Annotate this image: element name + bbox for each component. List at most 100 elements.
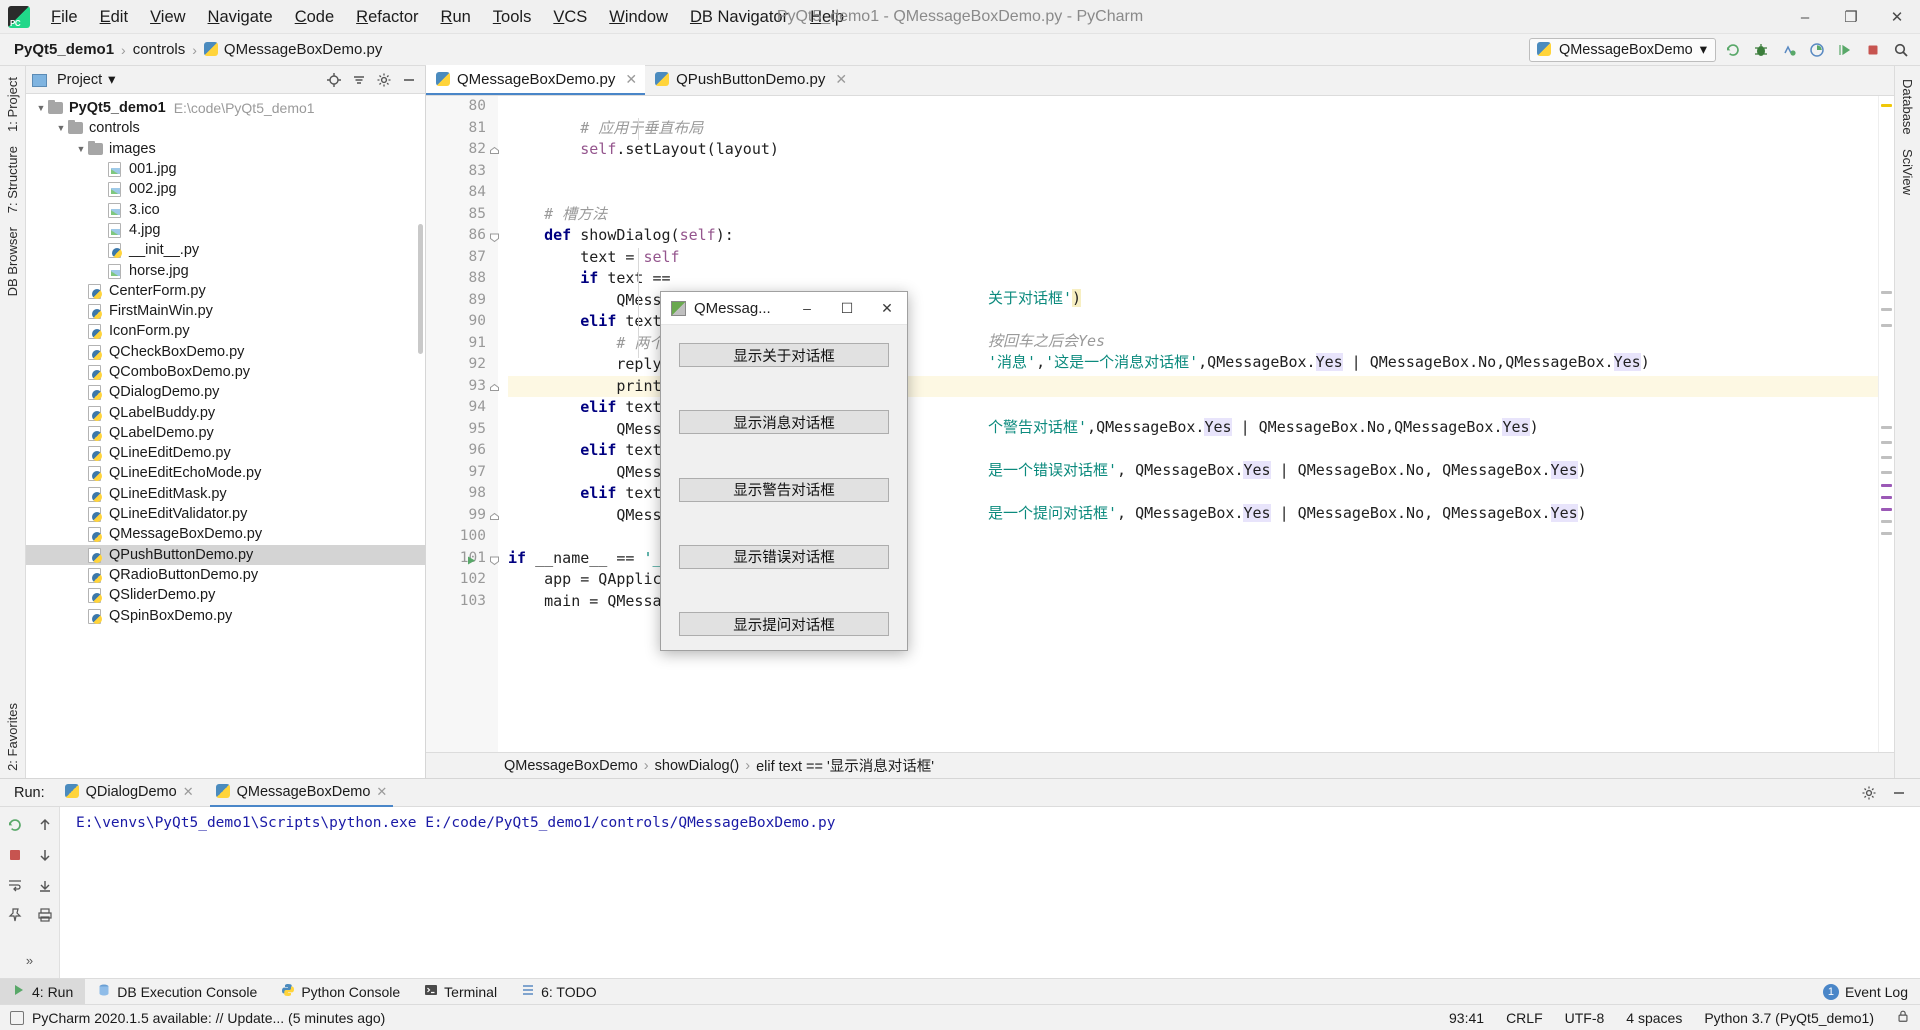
tree-item-qlineeditdemo-py[interactable]: QLineEditDemo.py bbox=[26, 443, 425, 463]
caret-position[interactable]: 93:41 bbox=[1449, 1010, 1484, 1026]
menu-db-navigator[interactable]: DB Navigator bbox=[679, 3, 799, 31]
close-icon[interactable]: ✕ bbox=[835, 71, 847, 88]
tool-tab-database[interactable]: Database bbox=[1896, 72, 1919, 142]
tool-button-python-console[interactable]: Python Console bbox=[269, 979, 412, 1005]
dialog-button-2[interactable]: 显示警告对话框 bbox=[679, 477, 889, 502]
tree-item-qlineeditechomode-py[interactable]: QLineEditEchoMode.py bbox=[26, 463, 425, 483]
tree-item-qradiobuttondemo-py[interactable]: QRadioButtonDemo.py bbox=[26, 565, 425, 585]
marker-tick[interactable] bbox=[1881, 291, 1892, 294]
hide-icon[interactable] bbox=[1888, 782, 1910, 804]
tree-item-qlineeditvalidator-py[interactable]: QLineEditValidator.py bbox=[26, 504, 425, 524]
tree-item-qcheckboxdemo-py[interactable]: QCheckBoxDemo.py bbox=[26, 342, 425, 362]
soft-wrap-icon[interactable] bbox=[2, 873, 28, 897]
tree-item-firstmainwin-py[interactable]: FirstMainWin.py bbox=[26, 301, 425, 321]
editor-gutter[interactable]: 80 81 82 83 84 85 86 87 88 89 90 91 92 93 94 95 96 97 98 99… bbox=[426, 96, 499, 752]
tool-tab-sciview[interactable]: SciView bbox=[1896, 142, 1919, 202]
tree-item-horse-jpg[interactable]: horse.jpg bbox=[26, 260, 425, 280]
collapse-all-icon[interactable] bbox=[348, 69, 370, 91]
search-everywhere-icon[interactable] bbox=[1890, 39, 1912, 61]
tool-tab-favorites[interactable]: 2: Favorites bbox=[1, 696, 24, 778]
menu-navigate[interactable]: Navigate bbox=[197, 3, 284, 31]
marker-tick[interactable] bbox=[1881, 471, 1892, 474]
editor-breadcrumb[interactable]: QMessageBoxDemo › showDialog() › elif text =… bbox=[426, 752, 1894, 778]
file-encoding[interactable]: UTF-8 bbox=[1565, 1010, 1605, 1026]
menu-view[interactable]: View bbox=[139, 3, 196, 31]
scroll-up-icon[interactable] bbox=[32, 813, 58, 837]
tree-item-001-jpg[interactable]: 001.jpg bbox=[26, 159, 425, 179]
qmessagebox-demo-dialog[interactable]: QMessag... – ☐ ✕ 显示关于对话框 显示消息对话框 显示警告对话框 显示… bbox=[660, 291, 908, 651]
event-log-label[interactable]: Event Log bbox=[1845, 984, 1908, 1000]
dialog-button-4[interactable]: 显示提问对话框 bbox=[679, 612, 889, 636]
tree-item-qdialogdemo-py[interactable]: QDialogDemo.py bbox=[26, 382, 425, 402]
python-interpreter[interactable]: Python 3.7 (PyQt5_demo1) bbox=[1704, 1010, 1874, 1026]
menu-help[interactable]: Help bbox=[799, 3, 855, 31]
tree-item-qlabeldemo-py[interactable]: QLabelDemo.py bbox=[26, 423, 425, 443]
run-console-output[interactable]: E:\venvs\PyQt5_demo1\Scripts\python.exe … bbox=[60, 807, 1920, 978]
marker-tick[interactable] bbox=[1881, 441, 1892, 444]
code-line-86[interactable]: def showDialog(self): bbox=[508, 225, 1878, 247]
marker-tick[interactable] bbox=[1881, 532, 1892, 535]
editor-tab-qpushbuttondemo-py[interactable]: QPushButtonDemo.py ✕ bbox=[645, 65, 855, 95]
stop-icon[interactable] bbox=[2, 843, 28, 867]
tree-item-__init__-py[interactable]: __init__.py bbox=[26, 240, 425, 260]
run-tab-qdialogdemo[interactable]: QDialogDemo ✕ bbox=[59, 779, 200, 807]
marker-tick[interactable] bbox=[1881, 426, 1892, 429]
code-line-80[interactable] bbox=[508, 96, 1878, 118]
run-tab-qmessageboxdemo[interactable]: QMessageBoxDemo ✕ bbox=[209, 779, 394, 807]
tree-item-002-jpg[interactable]: 002.jpg bbox=[26, 179, 425, 199]
qt-minimize-button[interactable]: – bbox=[787, 292, 827, 325]
marker-tick[interactable] bbox=[1881, 484, 1892, 487]
maximize-button[interactable]: ❐ bbox=[1828, 0, 1874, 34]
expand-more-icon[interactable]: » bbox=[17, 948, 43, 972]
reload-changes-icon[interactable] bbox=[1722, 39, 1744, 61]
code-line-82[interactable]: self.setLayout(layout) bbox=[508, 139, 1878, 161]
close-icon[interactable]: ✕ bbox=[183, 784, 194, 800]
debug-icon[interactable] bbox=[1750, 39, 1772, 61]
marker-tick[interactable] bbox=[1881, 104, 1892, 107]
qt-close-button[interactable]: ✕ bbox=[867, 292, 907, 325]
event-log-area[interactable]: 1 Event Log bbox=[1822, 983, 1920, 1000]
code-fragment-5[interactable]: 是一个提问对话框', QMessageBox.Yes | QMessageBox… bbox=[988, 503, 1587, 525]
editor-viewport[interactable]: 80 81 82 83 84 85 86 87 88 89 90 91 92 93 94 95 96 97 98 99… bbox=[426, 96, 1894, 752]
breadcrumb-item-1[interactable]: controls bbox=[129, 39, 190, 60]
menu-edit[interactable]: Edit bbox=[89, 3, 139, 31]
tool-button-4--run[interactable]: 4: Run bbox=[0, 978, 86, 1005]
lock-icon[interactable] bbox=[1896, 1009, 1910, 1026]
tool-tab-project[interactable]: 1: Project bbox=[1, 70, 24, 139]
chevron-down-icon[interactable]: ▼ bbox=[74, 144, 88, 154]
scroll-down-icon[interactable] bbox=[32, 843, 58, 867]
editor-breadcrumb-item-0[interactable]: QMessageBoxDemo bbox=[504, 758, 638, 774]
tree-item-qlabelbuddy-py[interactable]: QLabelBuddy.py bbox=[26, 402, 425, 422]
indent-setting[interactable]: 4 spaces bbox=[1626, 1010, 1682, 1026]
dialog-button-1[interactable]: 显示消息对话框 bbox=[679, 410, 889, 435]
tree-item-qlineeditmask-py[interactable]: QLineEditMask.py bbox=[26, 484, 425, 504]
breadcrumb-item-2[interactable]: QMessageBoxDemo.py bbox=[200, 39, 386, 60]
tree-item-qsliderdemo-py[interactable]: QSliderDemo.py bbox=[26, 585, 425, 605]
code-line-88[interactable]: if text == bbox=[508, 268, 1878, 290]
chevron-down-icon[interactable]: ▼ bbox=[34, 103, 48, 113]
profile-icon[interactable] bbox=[1806, 39, 1828, 61]
status-message[interactable]: PyCharm 2020.1.5 available: // Update...… bbox=[32, 1010, 385, 1026]
menu-vcs[interactable]: VCS bbox=[542, 3, 598, 31]
menu-window[interactable]: Window bbox=[598, 3, 679, 31]
tool-tab-structure[interactable]: 7: Structure bbox=[1, 139, 24, 220]
pin-icon[interactable] bbox=[2, 903, 28, 927]
menu-run[interactable]: Run bbox=[430, 3, 482, 31]
stop-icon[interactable] bbox=[1862, 39, 1884, 61]
tool-button-db-execution-console[interactable]: DB Execution Console bbox=[85, 979, 269, 1005]
chevron-down-icon[interactable]: ▼ bbox=[54, 123, 68, 133]
locate-icon[interactable] bbox=[323, 69, 345, 91]
tree-item-3-ico[interactable]: 3.ico bbox=[26, 199, 425, 219]
editor-breadcrumb-item-2[interactable]: elif text == '显示消息对话框' bbox=[756, 755, 934, 776]
line-separator[interactable]: CRLF bbox=[1506, 1010, 1543, 1026]
scroll-end-icon[interactable] bbox=[32, 873, 58, 897]
tool-button-terminal[interactable]: Terminal bbox=[412, 979, 509, 1005]
tree-item-qmessageboxdemo-py[interactable]: QMessageBoxDemo.py bbox=[26, 524, 425, 544]
code-fragment-0[interactable]: 关于对话框') bbox=[988, 288, 1082, 310]
code-fragment-1[interactable]: 按回车之后会Yes bbox=[988, 331, 1105, 353]
tree-item-iconform-py[interactable]: IconForm.py bbox=[26, 321, 425, 341]
marker-tick[interactable] bbox=[1881, 520, 1892, 523]
minimize-button[interactable]: – bbox=[1782, 0, 1828, 34]
tree-item-centerform-py[interactable]: CenterForm.py bbox=[26, 281, 425, 301]
notification-icon[interactable] bbox=[10, 1010, 24, 1025]
